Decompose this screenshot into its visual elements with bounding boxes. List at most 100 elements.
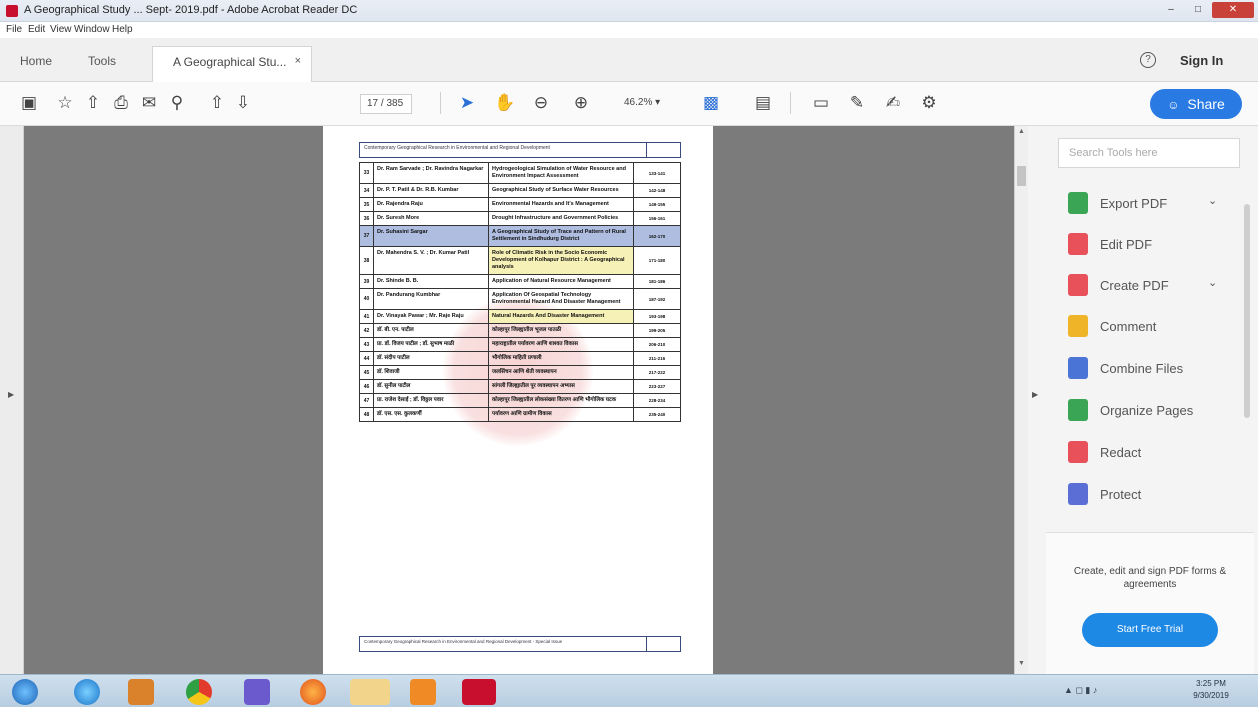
vlc-icon[interactable] — [410, 679, 436, 705]
collapse-tools-pane-icon[interactable]: ▶ — [1032, 390, 1038, 399]
page-range-cell: 171-180 — [648, 258, 666, 263]
tool-comment[interactable]: Comment — [1068, 315, 1228, 337]
tool-edit-pdf[interactable]: Edit PDF — [1068, 233, 1228, 255]
row-number: 43 — [360, 338, 374, 351]
menu-view[interactable]: View — [50, 24, 72, 35]
tool-redact[interactable]: Redact — [1068, 441, 1228, 463]
stamp-icon[interactable]: ⚙ — [918, 92, 940, 114]
tools-scrollbar-thumb[interactable] — [1244, 204, 1250, 418]
highlight-pen-icon[interactable]: ✎ — [846, 92, 868, 114]
upload-cloud-icon[interactable]: ⇧ — [82, 92, 104, 114]
tool-organize-pages[interactable]: Organize Pages — [1068, 399, 1228, 421]
search-icon[interactable]: ⚲ — [166, 92, 188, 114]
document-scrollbar[interactable]: ▲ ▼ — [1014, 126, 1028, 674]
page-header-box: Contemporary Geographical Research in En… — [359, 142, 681, 158]
author-cell: Dr. Pandurang Kumbhar — [374, 289, 489, 309]
author-cell: Dr. Mahendra S. V. ; Dr. Kumar Patil — [374, 247, 489, 274]
zoom-out-icon[interactable]: ⊖ — [530, 92, 552, 114]
tool-label: Organize Pages — [1100, 403, 1194, 418]
maximize-button[interactable]: □ — [1186, 2, 1210, 18]
system-tray[interactable]: ▲ ◻ ▮ ♪ — [1064, 685, 1097, 696]
page-range-cell: 217-222 — [648, 370, 666, 375]
left-navigation-pane[interactable]: ▶ — [0, 126, 24, 674]
title-cell: Geographical Study of Surface Water Reso… — [489, 184, 634, 197]
menu-edit[interactable]: Edit — [28, 24, 45, 35]
fit-page-icon[interactable]: ▩ — [700, 92, 722, 114]
tab-document[interactable]: A Geographical Stu... × — [152, 46, 312, 82]
title-cell: Natural Hazards And Disaster Management — [489, 310, 634, 323]
expand-left-pane-icon[interactable]: ▶ — [8, 390, 14, 399]
scrolling-mode-icon[interactable]: ▤ — [752, 92, 774, 114]
chevron-down-icon: ▾ — [655, 97, 661, 108]
row-number: 46 — [360, 380, 374, 393]
email-icon[interactable]: ✉ — [138, 92, 160, 114]
title-cell: A Geographical Study of Trace and Patter… — [489, 226, 634, 246]
tools-pane-scrollbar[interactable] — [1242, 186, 1252, 526]
zoom-level-dropdown[interactable]: 46.2% ▾ — [618, 94, 680, 114]
menu-window[interactable]: Window — [74, 24, 110, 35]
media-player-icon[interactable] — [244, 679, 270, 705]
close-window-button[interactable]: ✕ — [1212, 2, 1254, 18]
page-range-cell: 235-240 — [648, 412, 666, 417]
create-icon[interactable]: ▣ — [18, 92, 40, 114]
title-cell: Role of Climatic Risk in the Socio Econo… — [489, 247, 634, 274]
sign-icon[interactable]: ✍ — [882, 92, 904, 114]
title-cell: Environmental Hazards and It's Managemen… — [489, 198, 634, 211]
tab-close-icon[interactable]: × — [295, 55, 301, 67]
row-number: 45 — [360, 366, 374, 379]
menu-file[interactable]: File — [6, 24, 22, 35]
chevron-down-icon[interactable]: ⌄ — [1208, 194, 1217, 207]
scroll-up-icon[interactable]: ▲ — [1018, 128, 1025, 135]
acrobat-taskbar-icon[interactable] — [462, 679, 496, 705]
toolbar-divider — [440, 92, 441, 114]
system-clock[interactable]: 3:25 PM 9/30/2019 — [1186, 678, 1236, 702]
row-number: 35 — [360, 198, 374, 211]
share-button[interactable]: ☺ Share — [1150, 89, 1242, 119]
chrome-icon[interactable] — [186, 679, 212, 705]
table-row: 39 Dr. Shinde B. B. Application of Natural… — [360, 275, 680, 289]
row-number: 47 — [360, 394, 374, 407]
hand-tool-icon[interactable]: ✋ — [494, 92, 516, 114]
menu-help[interactable]: Help — [112, 24, 133, 35]
bookmark-star-icon[interactable]: ☆ — [54, 92, 76, 114]
scrollbar-thumb[interactable] — [1017, 166, 1026, 186]
page-range-cell: 211-216 — [648, 356, 666, 361]
tool-export-pdf[interactable]: Export PDF ⌄ — [1068, 192, 1228, 214]
tab-home[interactable]: Home — [20, 54, 52, 68]
sign-in-link[interactable]: Sign In — [1180, 53, 1223, 68]
next-page-icon[interactable]: ⇩ — [232, 92, 254, 114]
author-cell: प्रा. डॉ. विजय पाटील ; डॉ. सुभाष माळी — [374, 338, 489, 351]
tool-create-pdf[interactable]: Create PDF ⌄ — [1068, 274, 1228, 296]
zoom-in-icon[interactable]: ⊕ — [570, 92, 592, 114]
media-icon[interactable] — [128, 679, 154, 705]
chevron-down-icon[interactable]: ⌄ — [1208, 276, 1217, 289]
internet-explorer-icon[interactable] — [74, 679, 100, 705]
comment-icon[interactable]: ▭ — [810, 92, 832, 114]
tools-search-input[interactable]: Search Tools here — [1058, 138, 1240, 168]
tool-protect[interactable]: Protect — [1068, 483, 1228, 505]
title-bar: A Geographical Study ... Sept- 2019.pdf … — [0, 0, 1258, 22]
page-header-cell — [646, 143, 681, 157]
help-icon[interactable]: ? — [1140, 52, 1156, 68]
tool-combine-files[interactable]: Combine Files — [1068, 357, 1228, 379]
author-cell: प्रा. राजेश देसाई ; डॉ. विठ्ठल पवार — [374, 394, 489, 407]
title-cell: भौगोलिक माहिती प्रणाली — [489, 352, 634, 365]
page-range-cell: 199-205 — [648, 328, 666, 333]
page-number-input[interactable]: 17 / 385 — [360, 94, 412, 114]
print-icon[interactable]: ⎙ — [110, 92, 132, 114]
author-cell: Dr. Vinayak Pawar ; Mr. Raje Raju — [374, 310, 489, 323]
firefox-icon[interactable] — [300, 679, 326, 705]
select-cursor-icon[interactable]: ➤ — [456, 92, 478, 114]
scroll-down-icon[interactable]: ▼ — [1018, 660, 1025, 667]
previous-page-icon[interactable]: ⇧ — [206, 92, 228, 114]
pdf-page[interactable]: Contemporary Geographical Research in En… — [323, 126, 713, 674]
table-row: 38 Dr. Mahendra S. V. ; Dr. Kumar Patil Ro… — [360, 247, 680, 275]
start-free-trial-button[interactable]: Start Free Trial — [1082, 613, 1218, 647]
table-row: 47 प्रा. राजेश देसाई ; डॉ. विठ्ठल पवार कोल… — [360, 394, 680, 408]
tab-tools[interactable]: Tools — [88, 54, 116, 68]
title-cell: Application of Natural Resource Manageme… — [489, 275, 634, 288]
file-explorer-icon[interactable] — [350, 679, 390, 705]
start-button-icon[interactable] — [12, 679, 38, 705]
minimize-button[interactable]: – — [1158, 2, 1184, 18]
organize-pages-icon — [1068, 399, 1088, 421]
